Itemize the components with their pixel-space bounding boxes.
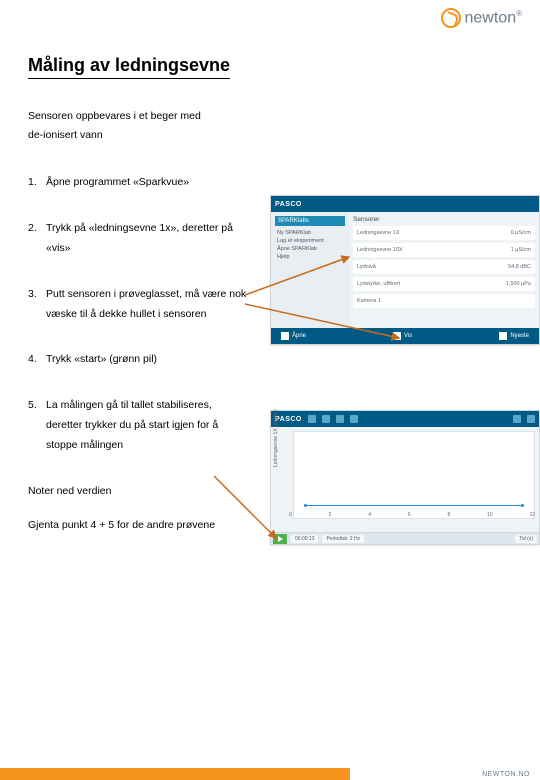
timer-readout: 00:00:13 bbox=[291, 535, 318, 543]
brand-logo: newton® bbox=[441, 8, 523, 28]
sparkvue-measure-screenshot: PASCO Ledningsevne 1X (µS/cm) 024681012 … bbox=[270, 410, 540, 545]
sidebar-item[interactable]: Åpne SPARKlab bbox=[275, 245, 345, 253]
step-1: Åpne programmet «Sparkvue» bbox=[28, 173, 248, 193]
app-brand: PASCO bbox=[275, 201, 302, 208]
xlabel: Tid (s) bbox=[515, 535, 537, 543]
sensor-row[interactable]: Ledningsevne 1X0 µS/cm bbox=[353, 226, 535, 240]
newton-swirl-icon bbox=[441, 8, 461, 28]
sidebar-item[interactable]: Lag et eksperiment bbox=[275, 237, 345, 245]
app-brand: PASCO bbox=[275, 416, 302, 423]
save-icon[interactable] bbox=[350, 415, 358, 423]
wifi-icon[interactable] bbox=[513, 415, 521, 423]
step-2: Trykk på «ledningsevne 1x», deretter på … bbox=[28, 219, 248, 259]
sidebar-item[interactable]: Ny SPARKlab bbox=[275, 229, 345, 237]
footer-link: NEWTON.NO bbox=[482, 771, 530, 778]
sensor-row[interactable]: Lydnivå54,8 dBC bbox=[353, 260, 535, 274]
brand-name: newton® bbox=[465, 9, 523, 27]
sidebar: SPARKlabs Ny SPARKlab Lag et eksperiment… bbox=[271, 212, 349, 328]
home-icon[interactable] bbox=[308, 415, 316, 423]
chart-series-line bbox=[304, 505, 525, 506]
page-icon[interactable] bbox=[336, 415, 344, 423]
page-title: Måling av ledningsevne bbox=[28, 55, 230, 79]
step-4: Trykk «start» (grønn pil) bbox=[28, 350, 248, 370]
gear-icon[interactable] bbox=[527, 415, 535, 423]
step-list: Åpne programmet «Sparkvue» Trykk på «led… bbox=[28, 173, 248, 456]
chart-xticks: 024681012 bbox=[289, 512, 535, 518]
sensor-row[interactable]: Kamera 1 bbox=[353, 294, 535, 308]
line-chart[interactable] bbox=[293, 431, 535, 519]
sensor-row[interactable]: Lydstyrke, ufiltrert1,500 µPa bbox=[353, 277, 535, 291]
sensor-row[interactable]: Ledningsevne 10X1 µS/cm bbox=[353, 243, 535, 257]
panel-title: Sensorer bbox=[353, 216, 535, 223]
start-button[interactable] bbox=[273, 534, 287, 544]
step-5: La målingen gå til tallet stabiliseres, … bbox=[28, 396, 248, 456]
grid-icon[interactable] bbox=[322, 415, 330, 423]
footer-bar bbox=[0, 768, 350, 780]
sparkvue-sensor-screenshot: PASCO SPARKlabs Ny SPARKlab Lag et ekspe… bbox=[270, 195, 540, 345]
chart-ylabel: Ledningsevne 1X (µS/cm) bbox=[273, 409, 279, 467]
page-icon bbox=[499, 332, 507, 340]
sample-rate[interactable]: Periodisk: 2 Hz bbox=[322, 535, 364, 543]
eye-icon bbox=[393, 332, 401, 340]
step-3: Putt sensoren i prøveglasset, må være no… bbox=[28, 285, 248, 325]
show-button[interactable]: Vis bbox=[393, 332, 412, 340]
folder-icon bbox=[281, 332, 289, 340]
open-button[interactable]: Åpne bbox=[281, 332, 306, 340]
sidebar-title: SPARKlabs bbox=[275, 216, 345, 226]
sidebar-item[interactable]: Hjelp bbox=[275, 253, 345, 261]
intro-text: Sensoren oppbevares i et beger med de-io… bbox=[28, 107, 540, 145]
new-button[interactable]: Nyeste bbox=[499, 332, 529, 340]
